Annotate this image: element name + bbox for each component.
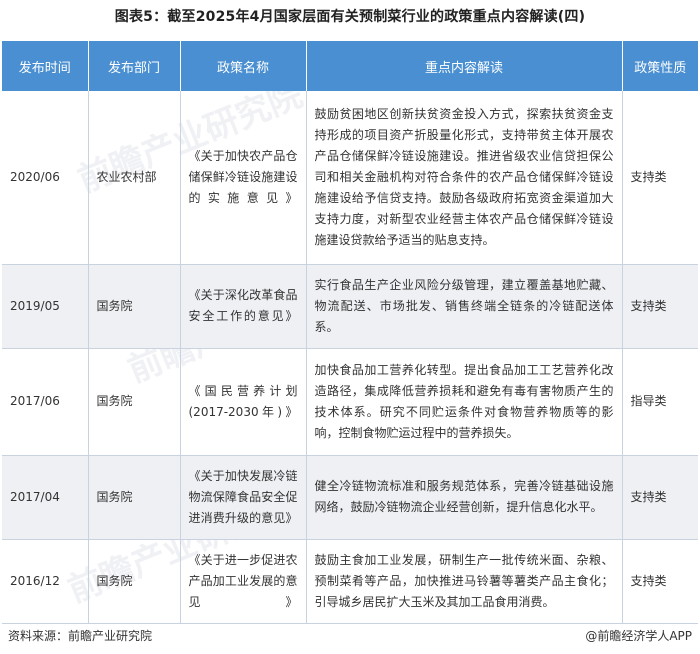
cell-content: 鼓励贫困地区创新扶贫资金投入方式，探索扶贫资金支持形成的项目资产折股量化形式，支… <box>306 91 623 265</box>
cell-date: 2016/12 <box>2 539 89 624</box>
column-header-dept: 发布部门 <box>88 41 181 91</box>
cell-dept: 国务院 <box>88 539 181 624</box>
table-row: 2019/05 国务院 《关于深化改革食品安全工作的意见》 实行食品生产企业风险… <box>2 264 698 349</box>
cell-dept: 农业农村部 <box>88 91 181 265</box>
chart-title: 图表5：截至2025年4月国家层面有关预制菜行业的政策重点内容解读(四) <box>114 9 586 25</box>
cell-nature: 支持类 <box>622 264 698 349</box>
table-header-row: 发布时间 发布部门 政策名称 重点内容解读 政策性质 <box>2 41 698 91</box>
brand-text: @前瞻经济学人APP <box>585 629 692 643</box>
cell-nature: 支持类 <box>622 539 698 624</box>
brand-credit: @前瞻经济学人APP <box>585 627 692 644</box>
table-row: 2017/06 国务院 《国民营养计划(2017-2030年)》 加快食品加工营… <box>2 348 698 456</box>
cell-content: 实行食品生产企业风险分级管理，建立覆盖基地贮藏、物流配送、市场批发、销售终端全链… <box>306 264 623 349</box>
cell-policy-name: 《关于加快农产品仓储保鲜冷链设施建设的实施意见》 <box>180 91 307 265</box>
cell-dept: 国务院 <box>88 455 181 540</box>
column-header-content: 重点内容解读 <box>306 41 623 91</box>
table-row: 2017/04 国务院 《关于加快发展冷链物流保障食品安全促进消费升级的意见》 … <box>2 455 698 540</box>
table-row: 2016/12 国务院 《关于进一步促进农产品加工业发展的意见》 鼓励主食加工业… <box>2 539 698 624</box>
column-header-nature: 政策性质 <box>622 41 698 91</box>
cell-content: 鼓励主食加工业发展，研制生产一批传统米面、杂粮、预制菜肴等产品，加快推进马铃薯等… <box>306 539 623 624</box>
column-header-name: 政策名称 <box>180 41 307 91</box>
source-note: 资料来源：前瞻产业研究院 <box>8 629 153 643</box>
cell-content: 加快食品加工营养化转型。提出食品加工工艺营养化改造路径，集成降低营养损耗和避免有… <box>306 348 623 456</box>
cell-policy-name: 《关于进一步促进农产品加工业发展的意见》 <box>180 539 307 624</box>
cell-policy-name: 《关于深化改革食品安全工作的意见》 <box>180 264 307 349</box>
cell-policy-name: 《国民营养计划(2017-2030年)》 <box>180 348 307 456</box>
cell-nature: 支持类 <box>622 91 698 265</box>
cell-nature: 指导类 <box>622 348 698 456</box>
table-row: 2020/06 农业农村部 《关于加快农产品仓储保鲜冷链设施建设的实施意见》 鼓… <box>2 91 698 265</box>
cell-policy-name: 《关于加快发展冷链物流保障食品安全促进消费升级的意见》 <box>180 455 307 540</box>
cell-nature: 支持类 <box>622 455 698 540</box>
cell-dept: 国务院 <box>88 348 181 456</box>
cell-dept: 国务院 <box>88 264 181 349</box>
policy-table: 发布时间 发布部门 政策名称 重点内容解读 政策性质 2020/06 农业农村部… <box>2 41 698 624</box>
cell-date: 2019/05 <box>2 264 89 349</box>
cell-date: 2017/04 <box>2 455 89 540</box>
cell-date: 2020/06 <box>2 91 89 265</box>
cell-content: 健全冷链物流标准和服务规范体系，完善冷链基础设施网络，鼓励冷链物流企业经营创新，… <box>306 455 623 540</box>
cell-date: 2017/06 <box>2 348 89 456</box>
column-header-date: 发布时间 <box>2 41 89 91</box>
